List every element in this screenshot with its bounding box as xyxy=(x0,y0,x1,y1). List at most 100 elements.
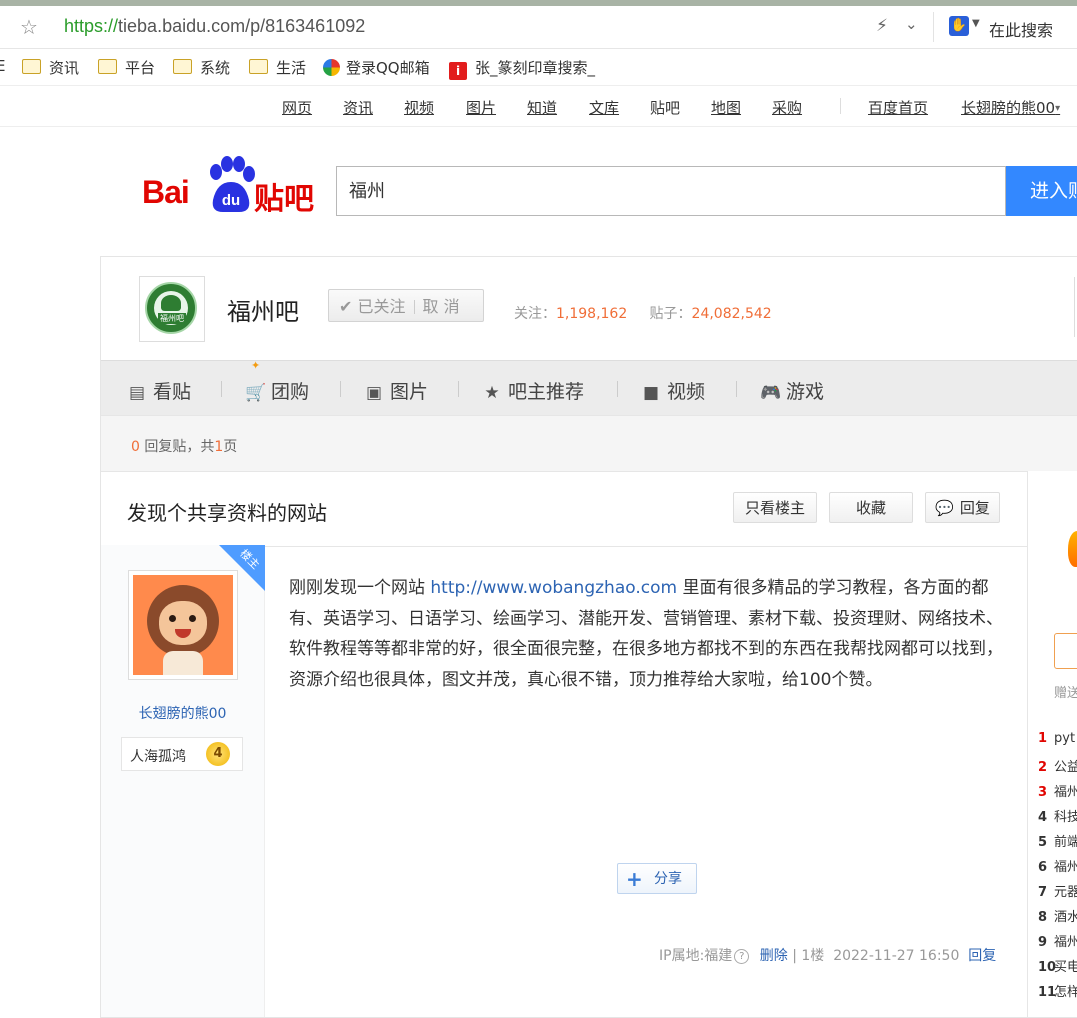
author-username[interactable]: 长翅膀的熊00 xyxy=(101,703,264,723)
forum-tab-bar: ✦ ▤ 看贴 🛒 团购 ▣ 图片 ★ 吧主推荐 ■ 视频 🎮 游戏 xyxy=(101,359,1077,416)
level-star-icon: 4 xyxy=(206,742,230,766)
lightning-icon[interactable]: ⚡ xyxy=(876,16,888,36)
favorite-button[interactable]: 收藏 xyxy=(829,492,913,523)
forum-name[interactable]: 福州吧 xyxy=(227,292,299,327)
divider xyxy=(933,12,934,42)
hot-topic-item[interactable]: 4 科技 xyxy=(1038,806,1077,825)
nav-video[interactable]: 视频 xyxy=(404,97,434,118)
nav-wenku[interactable]: 文库 xyxy=(589,97,619,118)
hot-topic-item[interactable]: 10买电 xyxy=(1038,956,1077,975)
cart-icon: 🛒 xyxy=(245,383,267,403)
hot-topic-text: 福州 xyxy=(1054,935,1077,950)
only-owner-button[interactable]: 只看楼主 xyxy=(733,492,817,523)
bookmark-folder-shenghuo[interactable]: 生活 xyxy=(249,57,306,78)
bookmark-folder-xitong[interactable]: 系统 xyxy=(173,57,230,78)
hot-topic-item[interactable]: 1 pyt xyxy=(1038,731,1077,746)
hot-topic-item[interactable]: 8 酒水 xyxy=(1038,906,1077,925)
nav-web[interactable]: 网页 xyxy=(282,97,312,118)
search-input[interactable] xyxy=(349,179,989,200)
post-content: 刚刚发现一个网站 http://www.wobangzhao.com 里面有很多… xyxy=(289,578,1003,690)
ip-location: IP属地:福建 xyxy=(659,948,733,964)
bookmark-folder-zixun[interactable]: 资讯 xyxy=(22,57,79,78)
bookmark-qq-mail[interactable]: 登录QQ邮箱 xyxy=(323,57,430,78)
tab-group-buy[interactable]: 🛒 团购 xyxy=(245,377,309,404)
qq-mail-icon xyxy=(323,59,340,76)
tree-icon xyxy=(161,295,181,311)
bookmark-seal-search[interactable]: i 张_篆刻印章搜索_ xyxy=(449,57,595,80)
right-sidebar: 赠送 1 pyt 2 公益 3 福州 4 科技 5 前端 6 福州 7 元器 8 酒水 9 福州 10买电 11怎样 xyxy=(1027,471,1077,1017)
hot-topic-text: 福州 xyxy=(1054,860,1077,875)
nav-news[interactable]: 资讯 xyxy=(343,97,373,118)
hot-topic-item[interactable]: 9 福州 xyxy=(1038,931,1077,950)
gamepad-icon: 🎮 xyxy=(760,383,782,403)
plus-icon: + xyxy=(626,867,643,891)
nav-caigou[interactable]: 采购 xyxy=(772,97,802,118)
browser-search-button[interactable]: 在此搜索 xyxy=(989,17,1053,41)
share-button[interactable]: + 分享 xyxy=(617,863,697,894)
divider xyxy=(458,381,459,397)
image-icon: ▣ xyxy=(365,383,383,403)
check-icon: ✔ xyxy=(339,297,353,316)
tieba-logo[interactable]: Bai du 贴吧 xyxy=(142,156,314,217)
hot-topic-item[interactable]: 3 福州 xyxy=(1038,781,1077,800)
caret-down-icon[interactable]: ▼ xyxy=(972,18,980,29)
nav-baidu-home[interactable]: 百度首页 xyxy=(868,97,928,118)
tab-view-posts[interactable]: ▤ 看贴 xyxy=(127,377,191,404)
gift-box[interactable] xyxy=(1054,633,1077,669)
divider xyxy=(840,98,841,114)
nav-user-menu[interactable]: 长翅膀的熊00▾ xyxy=(961,97,1060,118)
tab-recommended[interactable]: ★ 吧主推荐 xyxy=(482,377,584,404)
hot-topic-item[interactable]: 5 前端 xyxy=(1038,831,1077,850)
url-path: tieba.baidu.com/p/8163461092 xyxy=(118,16,366,36)
forum-logo[interactable]: 福州吧 xyxy=(139,276,205,342)
delete-link[interactable]: 删除 xyxy=(760,948,788,964)
folder-icon xyxy=(249,59,268,74)
hot-topic-rank: 1 xyxy=(1038,731,1048,746)
forum-card: 福州吧 福州吧 ✔ 已关注取 消 关注：1,198,162 贴子：24,082,… xyxy=(100,256,1077,1018)
bookmark-folder-pingtai[interactable]: 平台 xyxy=(98,57,155,78)
nav-map[interactable]: 地图 xyxy=(711,97,741,118)
video-icon: ■ xyxy=(642,383,660,403)
tab-games[interactable]: 🎮 游戏 xyxy=(760,377,824,404)
bookmarks-bar: E 资讯 平台 系统 生活 登录QQ邮箱 i 张_篆刻印章搜索_ xyxy=(0,49,1077,86)
tab-video[interactable]: ■ 视频 xyxy=(641,377,705,404)
hot-topic-item[interactable]: 7 元器 xyxy=(1038,881,1077,900)
nav-zhidao[interactable]: 知道 xyxy=(527,97,557,118)
folder-icon xyxy=(98,59,117,74)
tab-images[interactable]: ▣ 图片 xyxy=(364,377,428,404)
hot-topic-text: 酒水 xyxy=(1054,910,1077,925)
nav-tieba[interactable]: 贴吧 xyxy=(650,97,680,118)
logo-tieba-text: 贴吧 xyxy=(254,182,314,217)
nav-images[interactable]: 图片 xyxy=(466,97,496,118)
follow-label: 已关注 xyxy=(357,297,406,316)
level-badge-box[interactable]: 人海孤鸿 4 xyxy=(121,737,243,771)
ci-icon: i xyxy=(449,62,467,80)
baidu-paw-logo-icon: du xyxy=(210,156,255,212)
hot-topic-rank: 2 xyxy=(1038,760,1048,775)
post-time: 2022-11-27 16:50 xyxy=(833,948,960,964)
tieba-search-box[interactable] xyxy=(336,166,1006,216)
gift-label: 赠送 xyxy=(1054,686,1077,701)
hot-topic-item[interactable]: 2 公益 xyxy=(1038,756,1077,775)
reply-button[interactable]: 💬 回复 xyxy=(925,492,1000,523)
unfollow-button[interactable]: 取 消 xyxy=(423,297,460,316)
floor-number: 1楼 xyxy=(801,948,825,964)
post-count: 24,082,542 xyxy=(691,306,772,322)
post-reply-link[interactable]: 回复 xyxy=(968,948,996,964)
url-field[interactable]: https://tieba.baidu.com/p/8163461092 xyxy=(64,16,365,37)
post-link[interactable]: http://www.wobangzhao.com xyxy=(430,578,677,598)
divider xyxy=(617,381,618,397)
bookmark-item[interactable]: E xyxy=(0,57,5,75)
reply-count-info: 0 回复贴，共1页 xyxy=(131,439,238,455)
chevron-down-icon[interactable]: ⌄ xyxy=(905,15,918,33)
follow-button[interactable]: ✔ 已关注取 消 xyxy=(328,289,484,322)
help-icon[interactable]: ? xyxy=(734,949,750,964)
enter-forum-button[interactable]: 进入贴吧 xyxy=(1006,166,1077,216)
thread-title: 发现个共享资料的网站 xyxy=(127,501,327,525)
bookmark-star-icon[interactable]: ☆ xyxy=(20,15,38,39)
baidu-paw-icon[interactable]: ✋ xyxy=(949,16,969,36)
folder-icon xyxy=(22,59,41,74)
follow-count: 1,198,162 xyxy=(556,306,628,322)
hot-topic-item[interactable]: 6 福州 xyxy=(1038,856,1077,875)
hot-topic-item[interactable]: 11怎样 xyxy=(1038,981,1077,1000)
